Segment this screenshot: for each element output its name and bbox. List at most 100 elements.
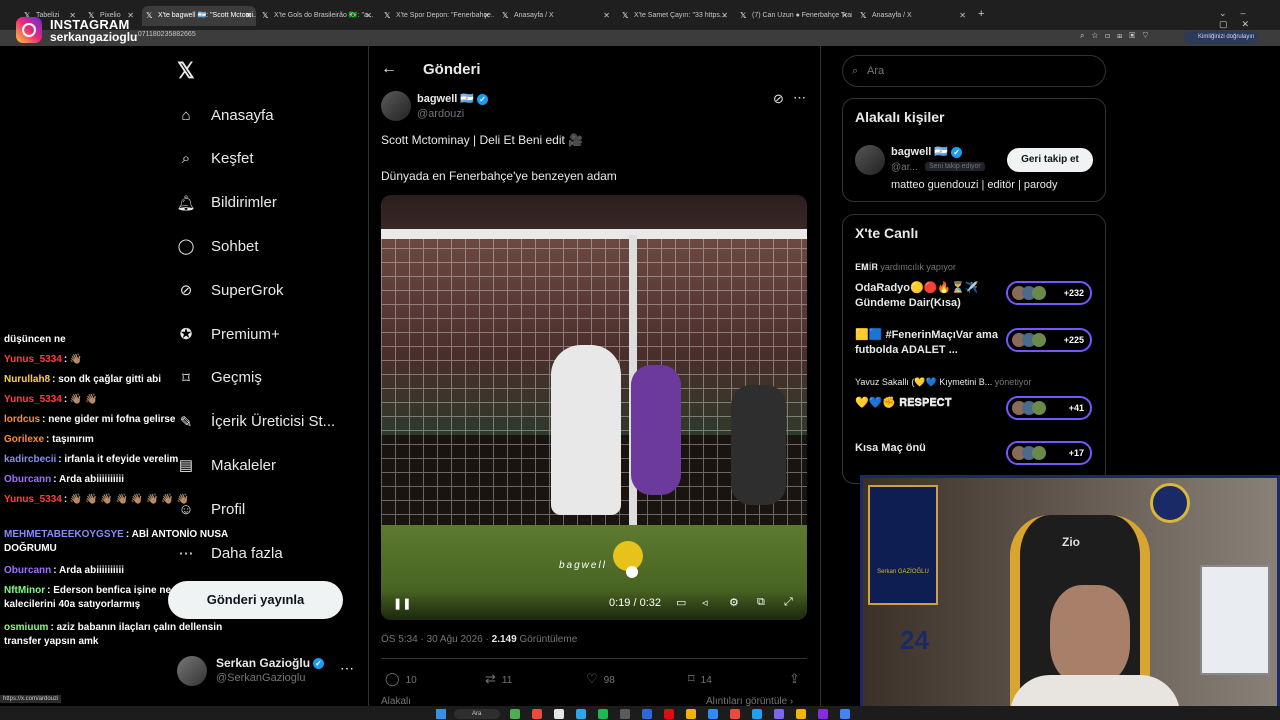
author-avatar[interactable] (381, 91, 411, 121)
live-listeners-pill[interactable]: +225 (1006, 328, 1092, 352)
zoom-icon[interactable] (708, 709, 718, 719)
taskbar-app-icon[interactable] (840, 709, 850, 719)
sidebar-item-label: Bildirimler (211, 194, 277, 212)
windows-start-icon[interactable] (436, 709, 446, 719)
video-player[interactable]: bagwell (381, 195, 807, 620)
tab-close-icon[interactable]: ✕ (365, 6, 372, 26)
more-options-icon[interactable]: ⋯ (793, 90, 806, 106)
chat-message: Gorilexe: taşınırım (4, 433, 234, 447)
chat-text: 👋🏽 👋🏽 👋🏽 👋🏽 👋🏽 👋🏽 👋🏽 👋🏽 (69, 494, 189, 505)
tab-close-icon[interactable]: ✕ (959, 6, 966, 26)
taskbar-app-icon[interactable] (532, 709, 542, 719)
my-name[interactable]: Serkan Gazioğlu ✓ (216, 656, 325, 670)
post-button[interactable]: Gönderi yayınla (168, 581, 343, 619)
like-button[interactable]: ♡ 98 (586, 671, 615, 687)
chat-message: Nurullah8: son dk çağlar gitti abi (4, 373, 234, 387)
related-avatar[interactable] (855, 145, 885, 175)
live-title[interactable]: 💛💙✊ 𝐑𝐄𝐒𝐏𝐄𝐂𝐓 (855, 396, 1005, 411)
window-controls[interactable]: ⌄–▢✕ (1219, 8, 1280, 30)
taskbar-app-icon[interactable] (554, 709, 564, 719)
taskbar-app-icon[interactable] (818, 709, 828, 719)
live-listeners-pill[interactable]: +232 (1006, 281, 1092, 305)
chrome-icon[interactable] (796, 709, 806, 719)
taskbar-app-icon[interactable] (686, 709, 696, 719)
tab-close-icon[interactable]: ✕ (483, 6, 490, 26)
taskbar-app-icon[interactable] (664, 709, 674, 719)
live-host[interactable]: 𝐄𝐌İ𝐑 yardımcılık yapıyor (855, 262, 956, 273)
settings-icon[interactable]: ⚙ (729, 596, 739, 609)
browser-tab[interactable]: 𝕏 (7) Can Uzun ● Fenerbahçe Trai... ✕ (736, 6, 852, 26)
verify-label: Kimliğinizi doğrulayın (1198, 34, 1255, 40)
browser-tab[interactable]: 𝕏 X'te Spor Depon: "Fenerbahçe... ✕ (380, 6, 494, 26)
tab-close-icon[interactable]: ✕ (841, 6, 848, 26)
sidebar-item[interactable]: ⌕ Keşfet (176, 144, 254, 174)
tab-close-icon[interactable]: ✕ (603, 6, 610, 26)
repost-button[interactable]: ⇄ 11 (485, 671, 512, 687)
listener-count: +225 (1063, 335, 1084, 345)
video-controls-bar (381, 590, 807, 620)
player-purple (631, 365, 681, 495)
telegram-icon[interactable] (576, 709, 586, 719)
live-listeners-pill[interactable]: +41 (1006, 396, 1092, 420)
live-title[interactable]: Kısa Maç önü (855, 441, 1005, 456)
follow-back-button[interactable]: Geri takip et (1007, 148, 1093, 172)
live-title[interactable]: 🟨🟦 #FenerinMaçıVar ama futbolda ADALET .… (855, 328, 1005, 358)
tab-close-icon[interactable]: ✕ (721, 6, 728, 26)
author-name[interactable]: bagwell 🇦🇷 ✓ (417, 92, 489, 105)
live-listeners-pill[interactable]: +17 (1006, 441, 1092, 465)
panel-title: X'te Canlı (855, 225, 919, 241)
sidebar-item[interactable]: ⌂ Anasayfa (176, 100, 273, 130)
taskbar-app-icon[interactable] (510, 709, 520, 719)
browser-tab[interactable]: 𝕏 Anasayfa / X ✕ (498, 6, 614, 26)
browser-tab[interactable]: 𝕏 X'te bagwell 🇦🇷: "Scott Mctomi... ✕ (142, 6, 256, 26)
chat-message: osmiuum: aziz babanın ilaçları çalın del… (4, 621, 244, 649)
pause-icon[interactable]: ❚❚ (393, 597, 411, 610)
browser-tab[interactable]: 𝕏 Anasayfa / X ✕ (856, 6, 970, 26)
browser-tab[interactable]: 𝕏 X'te Samet Çayırı: "33 https... ✕ (618, 6, 732, 26)
chat-username: Yunus_5334 (4, 494, 62, 505)
volume-icon[interactable]: ◃ (702, 596, 708, 609)
chat-text: 👋🏽 (69, 354, 83, 365)
taskbar-app-icon[interactable] (730, 709, 740, 719)
tab-favicon-icon: 𝕏 (502, 11, 509, 20)
listener-avatar (1032, 333, 1046, 347)
sidebar-item[interactable]: ◯ Sohbet (176, 231, 259, 261)
my-avatar[interactable] (177, 656, 207, 686)
tweet-timestamp[interactable]: ÖS 5:34 · 30 Ağu 2026 · (381, 634, 492, 645)
live-host[interactable]: Yavuz Sakallı (💛💙 Kıymetini B... yönetiy… (855, 377, 1031, 388)
browser-toolbar-icons[interactable]: ⌕☆⊡⊞▣♡ (1080, 31, 1155, 41)
x-logo-icon[interactable]: 𝕏 (177, 58, 195, 84)
sidebar-item[interactable]: 🔔︎ Bildirimler (176, 188, 277, 218)
tab-close-icon[interactable]: ✕ (245, 6, 252, 26)
browser-tab[interactable]: 𝕏 X'te Gols do Brasileirão 🇧🇷: "a... ✕ (258, 6, 376, 26)
taskbar-app-icon[interactable] (642, 709, 652, 719)
author-handle[interactable]: @ardouzi (417, 108, 464, 120)
live-title[interactable]: OdaRadyo🟡🔴🔥⏳✈️ Gündeme Dair(Kısa) (855, 281, 1005, 311)
listener-count: +17 (1068, 448, 1084, 458)
search-input[interactable]: ⌕ Ara (842, 55, 1106, 87)
sidebar-item[interactable]: ⊘ SuperGrok (176, 275, 284, 305)
pip-icon[interactable]: ⧉ (757, 596, 765, 609)
reply-button[interactable]: ◯ 10 (385, 671, 417, 687)
taskbar-search[interactable]: Ara (454, 709, 500, 719)
chat-username: Yunus_5334 (4, 354, 62, 365)
taskbar-app-icon[interactable] (620, 709, 630, 719)
taskbar-app-icon[interactable] (774, 709, 784, 719)
account-menu-icon[interactable]: ⋯ (340, 660, 354, 677)
back-arrow-icon[interactable]: ← (381, 60, 397, 78)
taskbar-app-icon[interactable] (598, 709, 608, 719)
verify-identity-button[interactable]: Kimliğinizi doğrulayın (1184, 31, 1258, 44)
bookmark-button[interactable]: ⌑ 14 (688, 671, 712, 687)
tab-label: Anasayfa / X (872, 12, 912, 19)
share-icon[interactable]: ⇪ (789, 671, 806, 687)
bookmark-count: 14 (700, 675, 712, 686)
captions-icon[interactable]: ▭ (676, 596, 686, 609)
taskbar-app-icon[interactable] (752, 709, 762, 719)
chat-message: kadircbecii: irfanla it efeyide verelim (4, 453, 234, 467)
new-tab-button[interactable]: + (978, 8, 984, 20)
url-text[interactable]: ...071180235882665 (132, 31, 196, 38)
related-name[interactable]: bagwell 🇦🇷 ✓ (891, 145, 963, 158)
fullscreen-icon[interactable]: ⤢ (784, 596, 793, 609)
grok-icon[interactable]: ⊘ (773, 91, 784, 107)
tab-label: X'te Gols do Brasileirão 🇧🇷: "a... (274, 12, 374, 19)
